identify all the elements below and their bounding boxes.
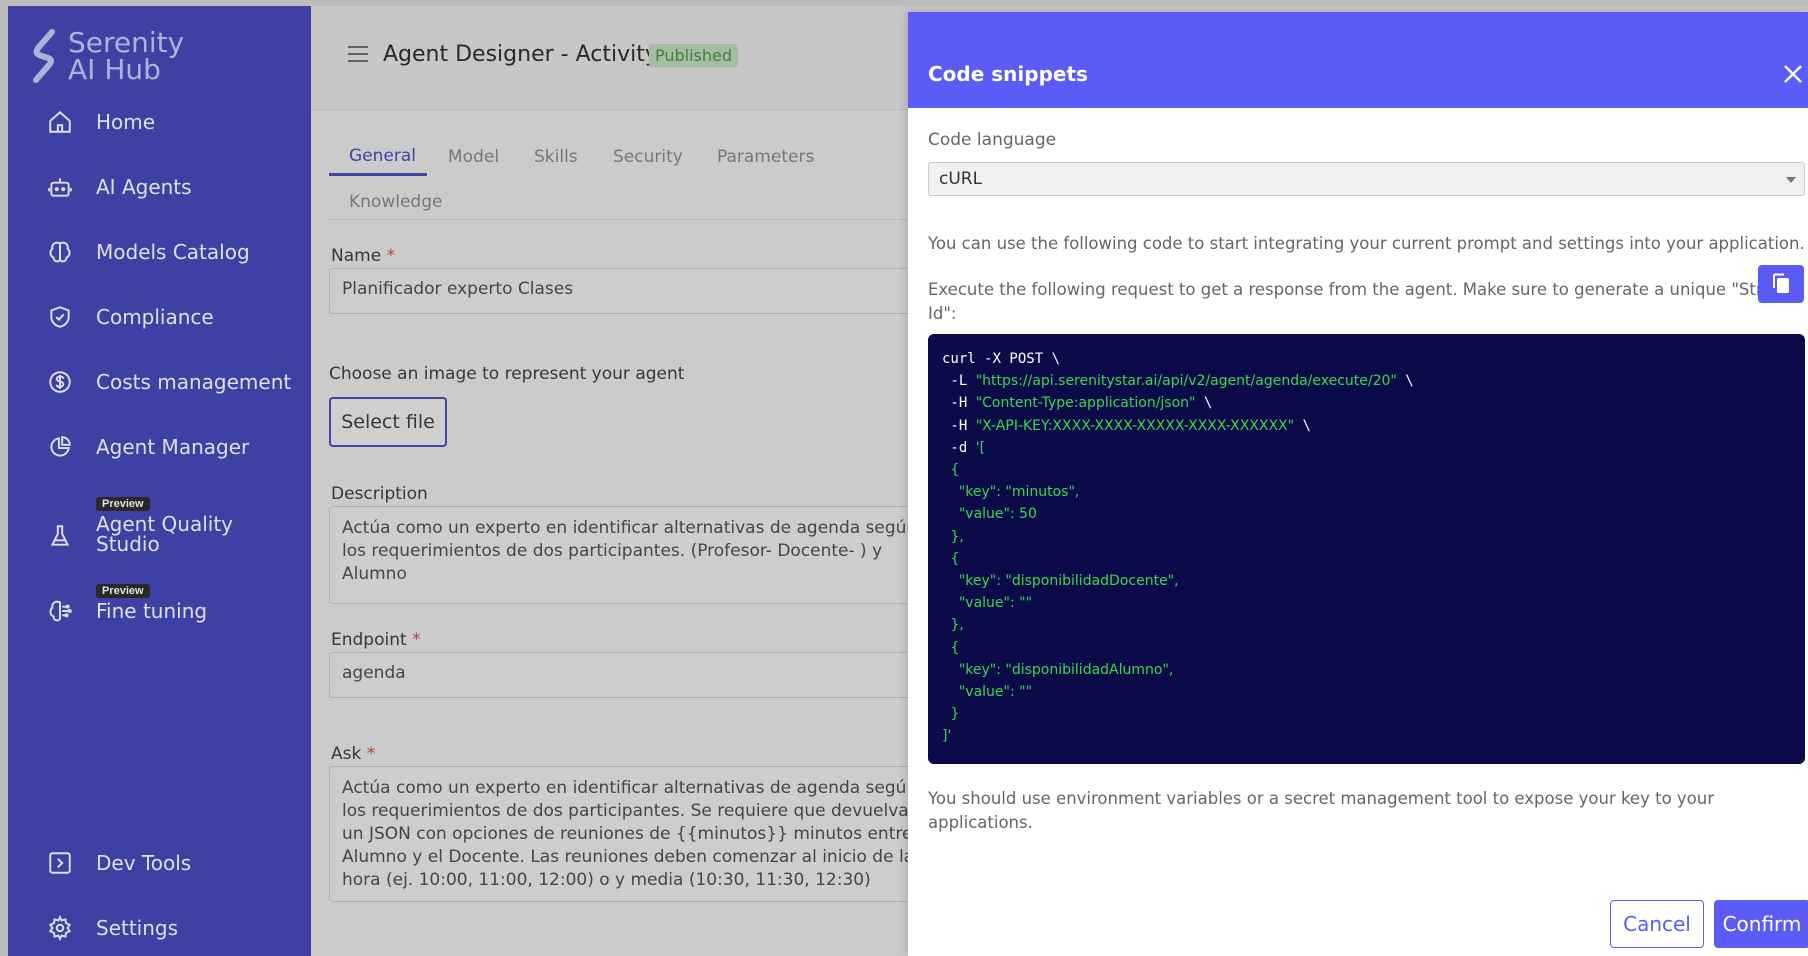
brand[interactable]: Serenity AI Hub	[28, 28, 184, 84]
brain-circuit-icon	[44, 595, 76, 627]
sidebar-item-dev-tools[interactable]: Dev Tools	[44, 847, 191, 879]
image-label: Choose an image to represent your agent	[329, 364, 685, 384]
code-line: },	[950, 528, 964, 545]
sidebar-item-label: Agent Quality	[96, 512, 234, 536]
tab-parameters[interactable]: Parameters	[717, 147, 814, 167]
code-line: "value": ""	[958, 595, 1033, 612]
sidebar-item-label: Agent Manager	[96, 435, 250, 459]
sidebar-item-home[interactable]: Home	[44, 106, 155, 138]
sidebar-item-label: Studio	[96, 532, 160, 556]
sidebar-item-label: Models Catalog	[96, 240, 250, 264]
sidebar-item-ai-agents[interactable]: AI Agents	[44, 171, 192, 203]
sidebar-item-settings[interactable]: Settings	[44, 912, 178, 944]
home-icon	[44, 106, 76, 138]
confirm-button[interactable]: Confirm	[1714, 900, 1808, 948]
drawer-title: Code snippets	[928, 62, 1088, 86]
name-label: Name *	[331, 246, 396, 266]
copy-button[interactable]	[1758, 265, 1804, 303]
sidebar-item-models-catalog[interactable]: Models Catalog	[44, 236, 250, 268]
tab-knowledge[interactable]: Knowledge	[349, 192, 442, 212]
code-language-label: Code language	[928, 130, 1057, 150]
tab-security[interactable]: Security	[613, 147, 683, 167]
code-language-select[interactable]: cURL	[928, 162, 1805, 196]
code-line: curl -X POST \	[942, 351, 1061, 367]
code-box-icon	[44, 847, 76, 879]
sidebar-item-label: AI Agents	[96, 175, 192, 199]
code-line: "value": ""	[958, 684, 1033, 701]
code-line: -d '[	[942, 439, 986, 456]
sidebar-item-agent-manager[interactable]: Agent Manager	[44, 431, 249, 463]
page-title: Agent Designer - Activity	[383, 42, 658, 67]
description-field[interactable]: Actúa como un experto en identificar alt…	[329, 506, 949, 604]
status-badge: Published	[649, 44, 739, 67]
copy-icon	[1773, 273, 1789, 293]
tab-skills[interactable]: Skills	[534, 147, 578, 167]
menu-icon[interactable]	[348, 46, 368, 62]
code-line: -H "X-API-KEY:XXXX-XXXX-XXXXX-XXXX-XXXXX…	[942, 417, 1311, 434]
code-line: }	[950, 706, 960, 723]
chevron-down-icon	[1786, 177, 1796, 183]
sidebar-item-agent-quality-studio[interactable]: Preview Agent Quality Studio	[44, 497, 233, 554]
gear-icon	[44, 912, 76, 944]
tabs-divider	[329, 219, 929, 220]
footer-note: You should use environment variables or …	[928, 789, 1715, 832]
brand-name: Serenity	[68, 26, 185, 59]
select-file-button[interactable]: Select file	[329, 397, 447, 447]
sidebar-item-label: Settings	[96, 916, 179, 940]
sidebar-item-fine-tuning[interactable]: Preview Fine tuning	[44, 577, 207, 627]
code-line: ]'	[942, 728, 952, 745]
code-line: "key": "minutos",	[958, 484, 1080, 501]
drawer-header: Code snippets	[908, 12, 1808, 108]
sidebar-item-costs-management[interactable]: Costs management	[44, 366, 291, 398]
endpoint-field[interactable]: agenda	[329, 652, 949, 698]
flask-icon	[44, 520, 76, 552]
serenity-logo-icon	[33, 29, 55, 83]
code-line: "key": "disponibilidadAlumno",	[958, 661, 1174, 678]
active-tab-indicator	[329, 173, 427, 176]
ask-label: Ask *	[331, 744, 376, 764]
code-language-value: cURL	[939, 169, 983, 189]
sidebar-item-label: Home	[96, 110, 156, 134]
ask-field[interactable]: Actúa como un experto en identificar alt…	[329, 766, 949, 902]
instruction-text: Execute the following request to get a r…	[928, 280, 1758, 299]
code-line: -H "Content-Type:application/json" \	[942, 395, 1213, 412]
sidebar: Serenity AI Hub Home AI Agents Models Ca…	[8, 6, 311, 956]
tab-model[interactable]: Model	[448, 147, 499, 167]
close-icon[interactable]	[1781, 62, 1805, 86]
description-label: Description	[331, 484, 428, 504]
preview-badge: Preview	[96, 583, 150, 598]
code-block[interactable]: curl -X POST \ -L "https://api.serenitys…	[928, 334, 1805, 764]
code-line: -L "https://api.serenitystar.ai/api/v2/a…	[942, 373, 1414, 390]
brand-subtitle: AI Hub	[68, 53, 161, 86]
code-line: "key": "disponibilidadDocente",	[958, 573, 1179, 590]
sidebar-item-label: Costs management	[96, 370, 292, 394]
sidebar-item-compliance[interactable]: Compliance	[44, 301, 214, 333]
code-line: },	[950, 617, 964, 634]
sidebar-item-label: Fine tuning	[96, 598, 208, 623]
name-field[interactable]: Planificador experto Clases	[329, 268, 949, 314]
code-line: {	[950, 462, 960, 479]
shield-check-icon	[44, 301, 76, 333]
code-line: "value": 50	[958, 506, 1037, 523]
intro-text: You can use the following code to start …	[928, 234, 1805, 253]
sidebar-item-label: Dev Tools	[96, 851, 192, 875]
dollar-circle-icon	[44, 366, 76, 398]
code-line: {	[950, 550, 960, 567]
cancel-button[interactable]: Cancel	[1610, 900, 1704, 948]
instruction-text-cont: Id":	[928, 304, 957, 323]
code-line: {	[950, 639, 960, 656]
sidebar-item-label: Compliance	[96, 305, 214, 329]
tab-general[interactable]: General	[349, 146, 416, 166]
brain-icon	[44, 236, 76, 268]
code-snippets-drawer: Code snippets Code language cURL You can…	[908, 12, 1808, 956]
pie-chart-icon	[44, 431, 76, 463]
robot-icon	[44, 171, 76, 203]
preview-badge: Preview	[96, 497, 150, 511]
endpoint-label: Endpoint *	[331, 630, 421, 650]
